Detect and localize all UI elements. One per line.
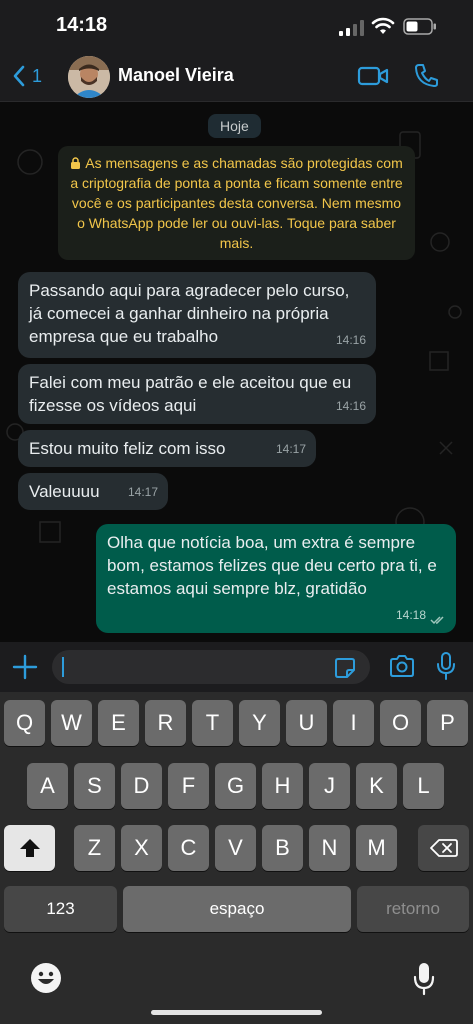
key-e[interactable]: E [98,700,139,746]
text-cursor [62,657,64,677]
key-z[interactable]: Z [74,825,115,871]
numbers-key[interactable]: 123 [4,886,117,932]
shift-key[interactable] [4,825,55,871]
camera-icon[interactable] [389,655,415,677]
sticker-icon[interactable] [334,657,356,679]
battery-icon [403,18,436,35]
key-l[interactable]: L [403,763,444,809]
key-y[interactable]: Y [239,700,280,746]
message-bubble-incoming[interactable]: Valeuuuu 14:17 [18,473,168,510]
return-key[interactable]: retorno [357,886,469,932]
home-indicator[interactable] [151,1010,322,1015]
key-q[interactable]: Q [4,700,45,746]
avatar[interactable] [68,56,110,98]
key-m[interactable]: M [356,825,397,871]
message-time: 14:16 [335,333,366,347]
key-k[interactable]: K [356,763,397,809]
key-f[interactable]: F [168,763,209,809]
encryption-notice-text: As mensagens e as chamadas são protegida… [70,155,403,251]
message-text: Estou muito feliz com isso [29,439,226,458]
message-bubble-outgoing[interactable]: Olha que notícia boa, um extra é sempre … [96,524,456,633]
key-g[interactable]: G [215,763,256,809]
keyboard: Q W E R T Y U I O P A S D F G H J K L Z … [0,692,473,1024]
key-w[interactable]: W [51,700,92,746]
message-time: 14:18 [395,608,426,622]
key-n[interactable]: N [309,825,350,871]
message-text: Olha que notícia boa, um extra é sempre … [107,533,437,598]
backspace-icon [429,839,458,857]
key-x[interactable]: X [121,825,162,871]
plus-icon[interactable] [12,654,38,680]
microphone-icon[interactable] [436,652,456,680]
key-p[interactable]: P [427,700,468,746]
key-t[interactable]: T [192,700,233,746]
message-text: Passando aqui para agradecer pelo curso,… [29,281,350,346]
message-input[interactable] [52,650,370,684]
chat-area[interactable]: Hoje As mensagens e as chamadas são prot… [0,102,473,642]
message-time: 14:16 [335,399,366,413]
message-time: 14:17 [275,442,306,456]
status-bar: 14:18 [0,0,473,50]
unread-count: 1 [32,65,43,86]
message-bubble-incoming[interactable]: Falei com meu patrão e ele aceitou que e… [18,364,376,424]
input-bar [0,642,473,692]
key-u[interactable]: U [286,700,327,746]
wifi-icon [371,17,395,34]
video-call-icon[interactable] [357,64,389,88]
lock-icon [71,157,81,169]
shift-icon [19,839,40,857]
message-text: Falei com meu patrão e ele aceitou que e… [29,373,352,415]
key-h[interactable]: H [262,763,303,809]
key-j[interactable]: J [309,763,350,809]
read-receipt-icon [430,616,444,625]
key-r[interactable]: R [145,700,186,746]
key-v[interactable]: V [215,825,256,871]
chat-header: 1 Manoel Vieira [0,50,473,102]
phone-icon[interactable] [413,62,439,88]
key-d[interactable]: D [121,763,162,809]
cellular-signal-icon [339,20,364,36]
back-button[interactable]: 1 [12,62,42,90]
message-text: Valeuuuu [29,482,100,501]
message-time: 14:17 [127,485,158,499]
message-bubble-incoming[interactable]: Estou muito feliz com isso 14:17 [18,430,316,467]
chevron-left-icon [13,65,25,87]
dictation-microphone-icon[interactable] [412,962,436,996]
avatar-photo [68,56,110,98]
encryption-notice[interactable]: As mensagens e as chamadas são protegida… [58,146,415,260]
key-o[interactable]: O [380,700,421,746]
emoji-icon[interactable] [30,962,62,994]
key-i[interactable]: I [333,700,374,746]
message-bubble-incoming[interactable]: Passando aqui para agradecer pelo curso,… [18,272,376,358]
contact-name[interactable]: Manoel Vieira [118,65,234,86]
key-b[interactable]: B [262,825,303,871]
key-a[interactable]: A [27,763,68,809]
message-input-field[interactable] [68,654,348,680]
key-s[interactable]: S [74,763,115,809]
backspace-key[interactable] [418,825,469,871]
key-c[interactable]: C [168,825,209,871]
date-separator: Hoje [208,114,261,138]
space-key[interactable]: espaço [123,886,351,932]
status-time: 14:18 [56,14,108,36]
